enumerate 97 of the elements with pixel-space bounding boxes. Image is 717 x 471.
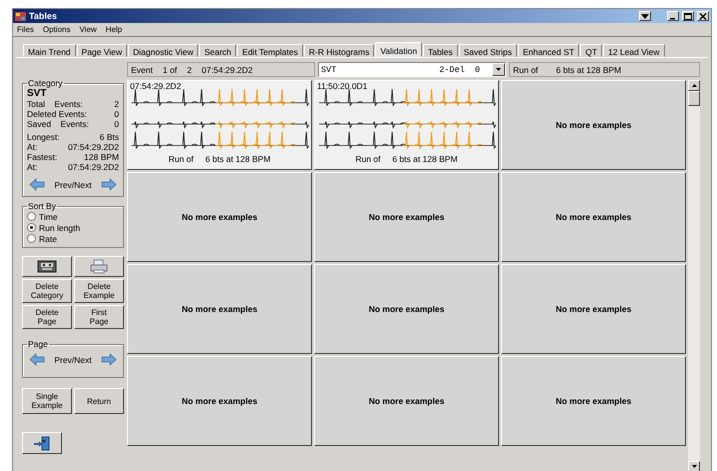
scroll-thumb[interactable] (688, 91, 700, 106)
group-label: Category (27, 78, 64, 88)
nav-label: Prev/Next (54, 354, 92, 364)
stat-value: 0 (113, 109, 119, 119)
empty-message: No more examples (556, 212, 632, 222)
right-arrow-icon[interactable] (100, 178, 117, 191)
category-name: SVT (27, 88, 48, 99)
strip-caption: Run of 6 bts at 128 BPM (167, 154, 272, 164)
event-index: 1 of (162, 64, 177, 74)
tape-button[interactable] (22, 256, 72, 277)
tab[interactable]: Diagnostic View (128, 44, 198, 57)
close-icon (699, 12, 707, 20)
strip-time: 11:50:20.0D1 (317, 82, 368, 91)
empty-message: No more examples (182, 212, 258, 222)
down-triangle-icon (692, 465, 696, 468)
scrollbar[interactable] (688, 80, 700, 471)
stat-label: Longest: (27, 132, 60, 142)
stat-value: 6 Bts (98, 132, 119, 142)
stat-value: 2 (113, 99, 119, 109)
down-triangle-icon (496, 68, 501, 71)
category-dropdown[interactable]: SVT 2-Del 0 (318, 62, 506, 77)
tab[interactable]: Main Trend (23, 44, 76, 57)
printer-button[interactable] (74, 256, 124, 277)
tab[interactable]: 12 Lead View (603, 44, 665, 57)
radio-label[interactable]: Run length (39, 222, 80, 232)
tab[interactable]: Edit Templates (237, 44, 303, 57)
action-button[interactable]: Delete Category (22, 279, 72, 303)
menu-item[interactable]: Options (42, 25, 70, 34)
tab[interactable]: R-R Histograms (304, 44, 374, 57)
action-button[interactable]: Return (74, 388, 124, 414)
up-triangle-icon (692, 84, 696, 87)
app-icon (15, 12, 26, 20)
empty-message: No more examples (368, 212, 444, 222)
strip-panel[interactable]: 11:50:20.0D1 Run of 6 bts at 128 BPM (314, 80, 499, 170)
stat-value: 128 BPM (83, 152, 119, 162)
stat-label: At: (27, 162, 38, 172)
empty-message: No more examples (556, 304, 632, 314)
strip-panel[interactable]: 07:54:29.2D2 Run of 6 bts at 128 BPM (127, 80, 312, 170)
radio-button[interactable] (27, 212, 36, 221)
scroll-down-button[interactable] (688, 461, 700, 471)
action-button[interactable]: Delete Page (22, 305, 72, 329)
empty-message: No more examples (182, 304, 258, 314)
event-label: Event (131, 64, 153, 74)
event-total: 2 (186, 64, 192, 74)
stat-value: 07:54:29.2D2 (66, 162, 119, 172)
menu-item[interactable]: Files (17, 25, 34, 34)
event-time: 07:54:29.2D2 (202, 64, 253, 74)
exit-button[interactable] (22, 432, 62, 454)
nav-label: Prev/Next (54, 180, 92, 190)
exit-door-icon (32, 436, 52, 450)
stat-label: Saved Events: (27, 119, 89, 129)
run-value: 6 bts at 128 BPM (556, 64, 622, 74)
action-button[interactable]: Delete Example (74, 279, 124, 303)
tab[interactable]: QT (580, 44, 602, 57)
dropdown-button[interactable] (639, 11, 651, 21)
printer-icon (89, 259, 109, 274)
left-arrow-icon[interactable] (29, 353, 45, 366)
empty-message: No more examples (556, 120, 632, 130)
cassette-icon (37, 259, 57, 274)
tab[interactable]: Page View (76, 44, 128, 57)
radio-label[interactable]: Time (39, 212, 58, 222)
tab[interactable]: Validation (375, 42, 422, 57)
tab[interactable]: Enhanced ST (518, 44, 580, 57)
tab[interactable]: Saved Strips (458, 44, 517, 57)
stat-value: 0 (113, 119, 119, 129)
strip-time: 07:54:29.2D2 (130, 82, 182, 91)
empty-message: No more examples (182, 396, 258, 406)
minimize-button[interactable] (667, 11, 679, 21)
stat-label: Total Events: (27, 99, 84, 109)
left-arrow-icon[interactable] (29, 178, 45, 191)
action-button[interactable]: Single Example (22, 388, 72, 414)
group-label: Sort By (27, 201, 57, 211)
stat-label: At: (27, 142, 38, 152)
menu-item[interactable]: View (79, 25, 97, 34)
down-triangle-icon (641, 12, 649, 20)
tab[interactable]: Search (199, 44, 236, 57)
close-button[interactable] (697, 11, 709, 21)
stat-label: Fastest: (27, 152, 58, 162)
radio-button[interactable] (27, 234, 36, 243)
right-arrow-icon[interactable] (100, 353, 117, 366)
run-label: Run of (513, 64, 538, 74)
maximize-icon (684, 12, 692, 20)
radio-label[interactable]: Rate (39, 234, 57, 244)
empty-message: No more examples (556, 396, 632, 406)
empty-message: No more examples (368, 396, 444, 406)
stat-value: 07:54:29.2D2 (66, 142, 119, 152)
group-label: Page (27, 339, 49, 349)
radio-button[interactable] (27, 223, 36, 232)
tab[interactable]: Tables (423, 44, 458, 57)
window-title: Tables (29, 11, 58, 21)
scroll-up-button[interactable] (688, 80, 700, 91)
stat-label: Deleted Events: (27, 109, 88, 119)
menu-item[interactable]: Help (106, 25, 122, 34)
empty-message: No more examples (368, 304, 444, 314)
strip-caption: Run of 6 bts at 128 BPM (354, 154, 459, 164)
maximize-button[interactable] (682, 11, 694, 21)
action-button[interactable]: First Page (74, 305, 124, 329)
